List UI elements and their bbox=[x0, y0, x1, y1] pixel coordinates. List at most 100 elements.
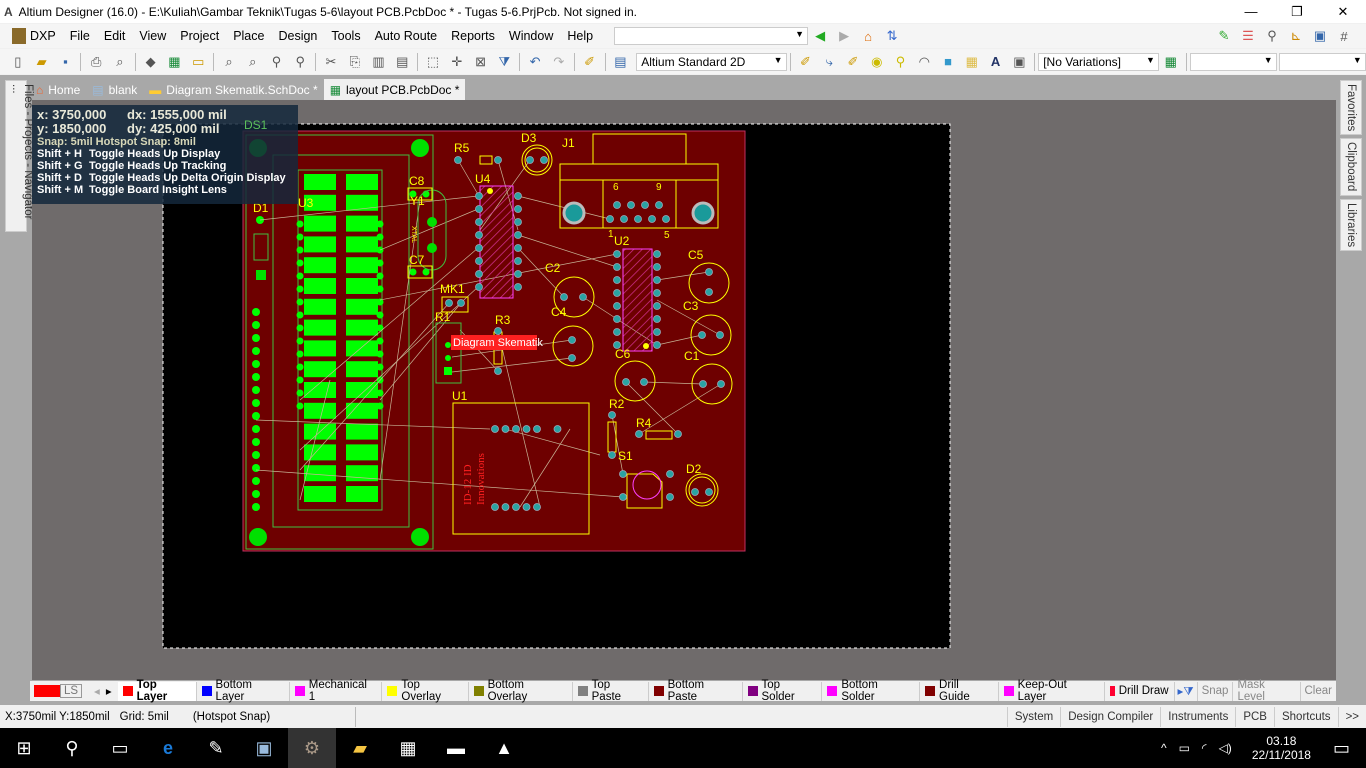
view-config-select[interactable]: Altium Standard 2D ▼ bbox=[636, 52, 787, 71]
forward-icon[interactable]: ▶ bbox=[834, 27, 854, 45]
combo-b[interactable]: ▼ bbox=[1278, 52, 1366, 71]
align-icon[interactable]: ☰ bbox=[1238, 27, 1258, 45]
clear-filter-icon[interactable]: ⧩ bbox=[494, 53, 514, 71]
place-polygon-icon[interactable]: ▦ bbox=[962, 53, 982, 71]
volume-icon[interactable]: ◁) bbox=[1219, 741, 1232, 755]
room-icon[interactable]: ▣ bbox=[1310, 27, 1330, 45]
rubber-stamp-icon[interactable]: ▤ bbox=[392, 53, 412, 71]
layer-filter-icon[interactable]: ▸⧩ bbox=[1175, 684, 1197, 699]
windows-start-icon[interactable]: ⊞ bbox=[0, 728, 48, 768]
place-pad-icon[interactable]: ◉ bbox=[867, 53, 887, 71]
menu-dxp[interactable]: DXP bbox=[30, 29, 63, 43]
menu-view[interactable]: View bbox=[132, 29, 173, 43]
layer-tab-top-overlay[interactable]: Top Overlay bbox=[382, 679, 469, 703]
file-explorer-icon[interactable]: ▰ bbox=[336, 728, 384, 768]
movies-icon[interactable]: ▬ bbox=[432, 728, 480, 768]
current-layer-swatch[interactable] bbox=[34, 685, 60, 697]
back-icon[interactable]: ◀ bbox=[810, 27, 830, 45]
calculator-icon[interactable]: ▦ bbox=[384, 728, 432, 768]
tray-chevron-icon[interactable]: ^ bbox=[1161, 741, 1167, 755]
performance-monitor-icon[interactable]: ▣ bbox=[240, 728, 288, 768]
menu-auto-route[interactable]: Auto Route bbox=[368, 29, 445, 43]
minimize-button[interactable]: — bbox=[1228, 0, 1274, 23]
panel-tab-libraries[interactable]: Libraries bbox=[1340, 198, 1362, 251]
task-view-icon[interactable]: ▭ bbox=[96, 728, 144, 768]
crosshair-icon[interactable]: ✐ bbox=[580, 53, 600, 71]
save-icon[interactable]: ▪ bbox=[56, 53, 76, 71]
tab-blank[interactable]: ▤ blank bbox=[86, 79, 143, 100]
print-preview-icon[interactable]: ⌕ bbox=[110, 53, 130, 71]
place-arc-icon[interactable]: ◠ bbox=[914, 53, 934, 71]
pcb-variant-icon[interactable]: ▦ bbox=[1161, 53, 1181, 71]
mask-level-button[interactable]: Mask Level bbox=[1232, 679, 1299, 703]
copy-icon[interactable]: ⎘ bbox=[345, 53, 365, 71]
layer-tab-bottom-paste[interactable]: Bottom Paste bbox=[649, 679, 743, 703]
refresh-doc-icon[interactable]: ⇅ bbox=[882, 27, 902, 45]
battery-icon[interactable]: ▭ bbox=[1179, 741, 1190, 755]
scroll-right-icon[interactable]: ▸ bbox=[106, 684, 112, 698]
diff-pair-route-icon[interactable]: ⤷ bbox=[819, 53, 839, 71]
sheet-icon[interactable]: ▭ bbox=[188, 53, 208, 71]
menu-reports[interactable]: Reports bbox=[444, 29, 502, 43]
left-panel-strip[interactable]: Files - Projects - Navigator ... bbox=[5, 80, 34, 232]
clear-button[interactable]: Clear bbox=[1299, 681, 1336, 701]
path-combo[interactable]: ▼ bbox=[614, 27, 809, 45]
menu-place[interactable]: Place bbox=[226, 29, 271, 43]
menu-tools[interactable]: Tools bbox=[324, 29, 367, 43]
layer-tab-bottom-layer[interactable]: Bottom Layer bbox=[197, 679, 290, 703]
wifi-icon[interactable]: ◜ bbox=[1202, 741, 1207, 755]
search-icon[interactable]: ⚲ bbox=[48, 728, 96, 768]
place-via-icon[interactable]: ⚲ bbox=[891, 53, 911, 71]
layer-tab-bottom-overlay[interactable]: Bottom Overlay bbox=[469, 679, 573, 703]
scroll-left-icon[interactable]: ◂ bbox=[94, 684, 100, 698]
select-area-icon[interactable]: ⬚ bbox=[423, 53, 443, 71]
cut-icon[interactable]: ✂ bbox=[321, 53, 341, 71]
3d-icon[interactable]: ◆ bbox=[141, 53, 161, 71]
component-u2[interactable] bbox=[622, 248, 653, 352]
variations-select[interactable]: [No Variations] ▼ bbox=[1038, 52, 1159, 71]
open-icon[interactable]: ▰ bbox=[32, 53, 52, 71]
place-fill-icon[interactable]: ■ bbox=[938, 53, 958, 71]
layer-tab-drill-guide[interactable]: Drill Guide bbox=[920, 679, 999, 703]
place-component-icon[interactable]: ▣ bbox=[1009, 53, 1029, 71]
snap-button[interactable]: Snap bbox=[1196, 681, 1233, 701]
layer-tab-mechanical-1[interactable]: Mechanical 1 bbox=[290, 679, 383, 703]
zoom-fit-icon[interactable]: ⌕ bbox=[219, 53, 239, 71]
paint-icon[interactable]: ✎ bbox=[192, 728, 240, 768]
panel-pcb[interactable]: PCB bbox=[1235, 707, 1274, 727]
tab-diagram-skematik[interactable]: ▬ Diagram Skematik.SchDoc * bbox=[143, 79, 323, 100]
paste-icon[interactable]: ▥ bbox=[369, 53, 389, 71]
browse-components-icon[interactable]: ▤ bbox=[610, 53, 630, 71]
redo-icon[interactable]: ↷ bbox=[549, 53, 569, 71]
new-icon[interactable]: ▯ bbox=[8, 53, 28, 71]
layer-tab-bottom-solder[interactable]: Bottom Solder bbox=[822, 679, 921, 703]
panel-shortcuts[interactable]: Shortcuts bbox=[1273, 707, 1338, 727]
clock[interactable]: 03.18 22/11/2018 bbox=[1252, 734, 1311, 762]
layer-tab-top-paste[interactable]: Top Paste bbox=[573, 679, 649, 703]
zoom-selected-icon[interactable]: ⚲ bbox=[267, 53, 287, 71]
deselect-icon[interactable]: ⊠ bbox=[471, 53, 491, 71]
design-rule-icon[interactable]: ✎ bbox=[1214, 27, 1234, 45]
photos-icon[interactable]: ▲ bbox=[480, 728, 528, 768]
zoom-area-icon[interactable]: ⌕ bbox=[243, 53, 263, 71]
home-icon[interactable]: ⌂ bbox=[858, 27, 878, 45]
edge-icon[interactable]: e bbox=[144, 728, 192, 768]
panel-more[interactable]: >> bbox=[1337, 707, 1366, 727]
tab-layout-pcb[interactable]: ▦ layout PCB.PcbDoc * bbox=[323, 79, 466, 100]
notifications-icon[interactable]: ▭ bbox=[1333, 738, 1350, 759]
altium-icon[interactable]: ⚙ bbox=[288, 728, 336, 768]
panel-tab-favorites[interactable]: Favorites bbox=[1340, 80, 1362, 136]
menu-window[interactable]: Window bbox=[502, 29, 560, 43]
panel-instruments[interactable]: Instruments bbox=[1160, 707, 1235, 727]
panel-design-compiler[interactable]: Design Compiler bbox=[1060, 707, 1160, 727]
measure-icon[interactable]: ⊾ bbox=[1286, 27, 1306, 45]
tab-home[interactable]: ⌂ Home bbox=[30, 79, 86, 100]
panel-system[interactable]: System bbox=[1006, 707, 1060, 727]
menu-help[interactable]: Help bbox=[560, 29, 600, 43]
layer-tab-keep-out-layer[interactable]: Keep-Out Layer bbox=[999, 679, 1105, 703]
undo-icon[interactable]: ↶ bbox=[525, 53, 545, 71]
move-icon[interactable]: ✛ bbox=[447, 53, 467, 71]
layer-tab-top-layer[interactable]: Top Layer bbox=[117, 679, 197, 703]
menu-file[interactable]: File bbox=[63, 29, 97, 43]
close-button[interactable]: ✕ bbox=[1320, 0, 1366, 23]
